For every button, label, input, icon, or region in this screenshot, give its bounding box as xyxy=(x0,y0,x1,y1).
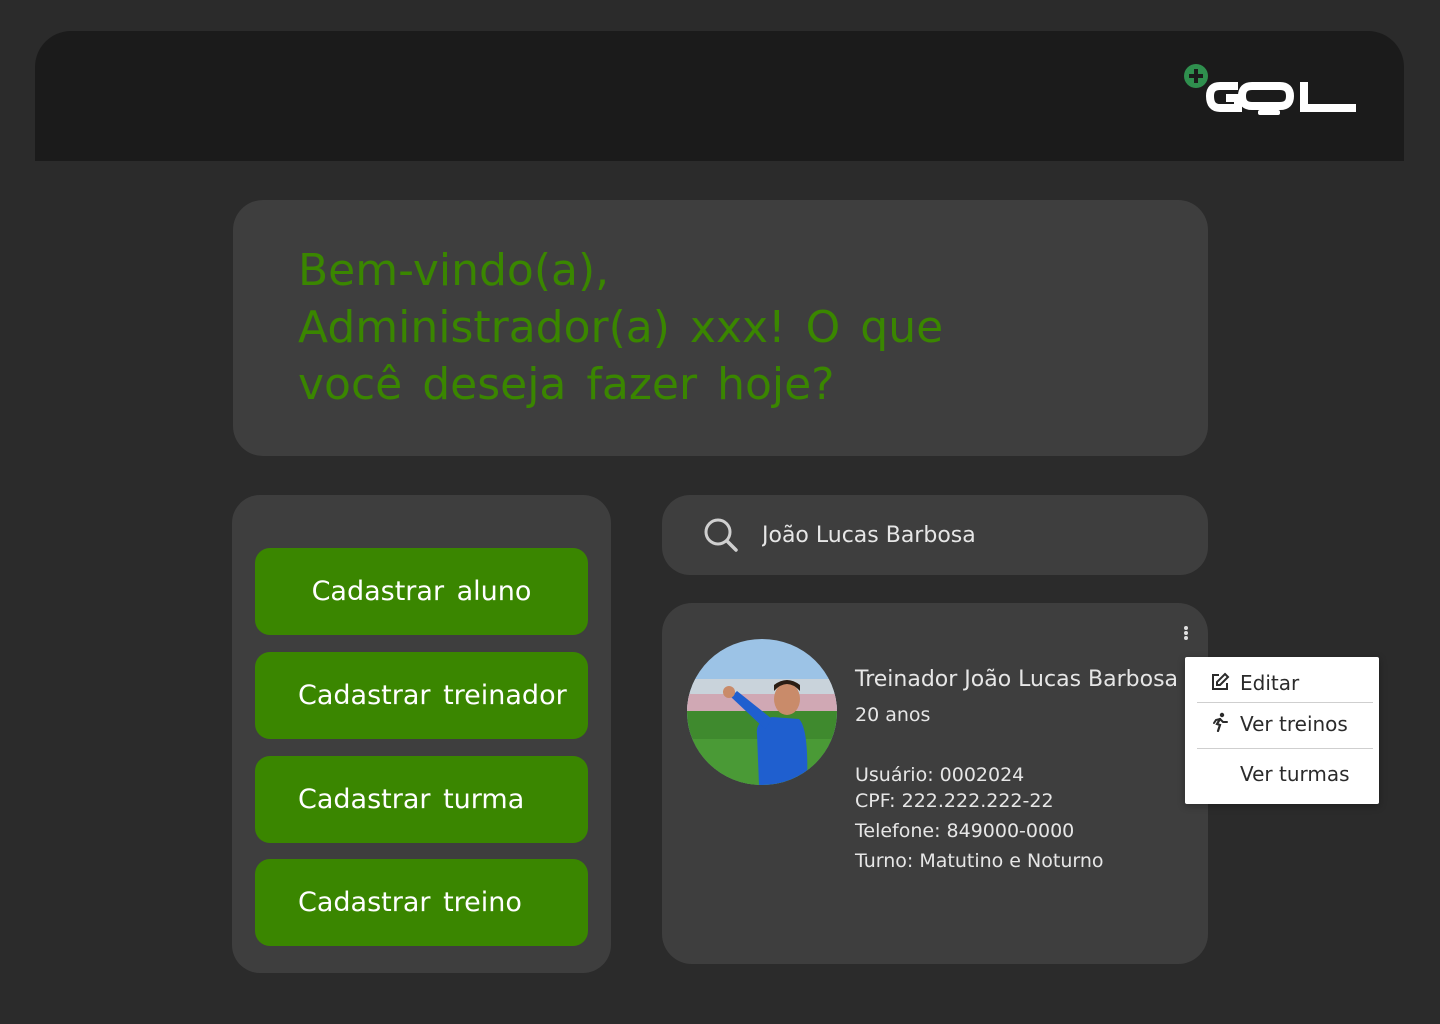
register-coach-button[interactable]: Cadastrar treinador xyxy=(255,652,588,739)
profile-shift: Turno: Matutino e Noturno xyxy=(855,850,1104,872)
search-input[interactable] xyxy=(762,513,1182,557)
menu-item-edit[interactable]: Editar xyxy=(1197,659,1373,703)
options-menu: Editar Ver treinos Ver turmas xyxy=(1185,657,1379,804)
more-options-icon[interactable] xyxy=(1179,625,1193,645)
actions-panel: Cadastrar aluno Cadastrar treinador Cada… xyxy=(232,495,611,973)
welcome-card: Bem-vindo(a), Administrador(a) xxx! O qu… xyxy=(233,200,1208,456)
welcome-message: Bem-vindo(a), Administrador(a) xxx! O qu… xyxy=(298,245,944,410)
avatar xyxy=(687,639,837,785)
running-icon xyxy=(1213,712,1228,732)
profile-user: Usuário: 0002024 xyxy=(855,764,1025,786)
profile-phone: Telefone: 849000-0000 xyxy=(855,820,1075,842)
profile-age: 20 anos xyxy=(855,704,931,726)
profile-cpf: CPF: 222.222.222-22 xyxy=(855,790,1054,812)
register-training-button[interactable]: Cadastrar treino xyxy=(255,859,588,946)
app-page: Bem-vindo(a), Administrador(a) xxx! O qu… xyxy=(0,0,1440,1024)
coach-photo xyxy=(687,639,837,785)
register-class-button[interactable]: Cadastrar turma xyxy=(255,756,588,843)
search-icon[interactable] xyxy=(703,517,739,553)
menu-item-label: Editar xyxy=(1240,671,1300,695)
menu-divider xyxy=(1197,748,1373,749)
edit-icon xyxy=(1212,672,1230,690)
gol-logo xyxy=(1184,64,1356,115)
profile-card: Treinador João Lucas Barbosa 20 anos Usu… xyxy=(662,603,1208,964)
menu-item-label: Ver turmas xyxy=(1240,762,1350,786)
register-student-button[interactable]: Cadastrar aluno xyxy=(255,548,588,635)
menu-item-label: Ver treinos xyxy=(1240,712,1348,736)
menu-item-view-trainings[interactable]: Ver treinos xyxy=(1197,703,1373,747)
menu-item-view-classes[interactable]: Ver turmas xyxy=(1197,752,1373,796)
profile-name: Treinador João Lucas Barbosa xyxy=(855,667,1179,692)
search-bar xyxy=(662,495,1208,575)
